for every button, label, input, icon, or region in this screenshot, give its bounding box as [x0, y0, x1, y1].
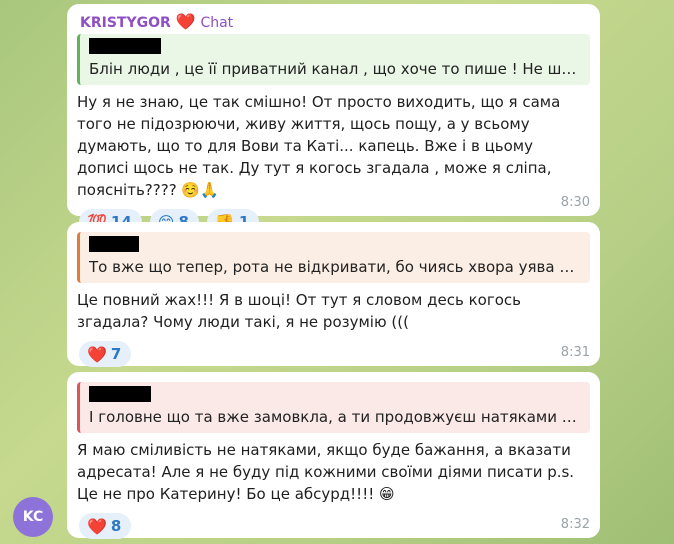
- message-bubble[interactable]: KRISTYGOR ❤️ Chat Блін люди , це її прив…: [67, 4, 600, 235]
- message-text: Це повний жах!!! Я в шоці! От тут я слов…: [77, 291, 521, 331]
- message-text: Ну я не знаю, це так смішно! От просто в…: [77, 93, 561, 199]
- reply-text: То вже що тепер, рота не відкривати, бо …: [89, 258, 582, 276]
- heart-icon: ❤️: [175, 12, 196, 31]
- reply-text: Блін люди , це її приватний канал , що х…: [89, 60, 582, 78]
- chat-area: KRISTYGOR ❤️ Chat Блін люди , це її прив…: [0, 0, 674, 544]
- message-bubble[interactable]: І головне що та вже замовкла, а ти продо…: [67, 372, 600, 541]
- reply-quote[interactable]: Блін люди , це її приватний канал , що х…: [77, 34, 590, 85]
- reaction-heart[interactable]: ❤️ 8: [79, 513, 132, 539]
- message-text: Я маю сміливість не натяками, якщо буде …: [77, 441, 575, 503]
- redacted-name: [89, 236, 139, 252]
- message-time: 8:30: [560, 195, 590, 210]
- sender-label: KRISTYGOR: [80, 15, 171, 31]
- reply-quote[interactable]: То вже що тепер, рота не відкривати, бо …: [77, 232, 590, 283]
- redacted-name: [89, 38, 161, 54]
- redacted-name: [89, 386, 151, 402]
- avatar[interactable]: KC: [13, 497, 53, 537]
- message-time: 8:31: [560, 345, 590, 360]
- reply-quote[interactable]: І головне що та вже замовкла, а ти продо…: [77, 382, 590, 433]
- chat-tag: Chat: [200, 15, 234, 31]
- reaction-count: 8: [110, 517, 122, 535]
- reactions: ❤️ 7: [79, 341, 590, 369]
- reactions: ❤️ 8: [79, 513, 590, 541]
- message-bubble[interactable]: То вже що тепер, рота не відкривати, бо …: [67, 222, 600, 369]
- reply-text: І головне що та вже замовкла, а ти продо…: [89, 408, 582, 426]
- message-time: 8:32: [560, 517, 590, 532]
- sender-name[interactable]: KRISTYGOR ❤️ Chat: [80, 12, 590, 32]
- reaction-heart[interactable]: ❤️ 7: [79, 341, 132, 367]
- heart-icon: ❤️: [87, 516, 107, 536]
- reaction-count: 7: [110, 345, 122, 363]
- heart-icon: ❤️: [87, 344, 107, 364]
